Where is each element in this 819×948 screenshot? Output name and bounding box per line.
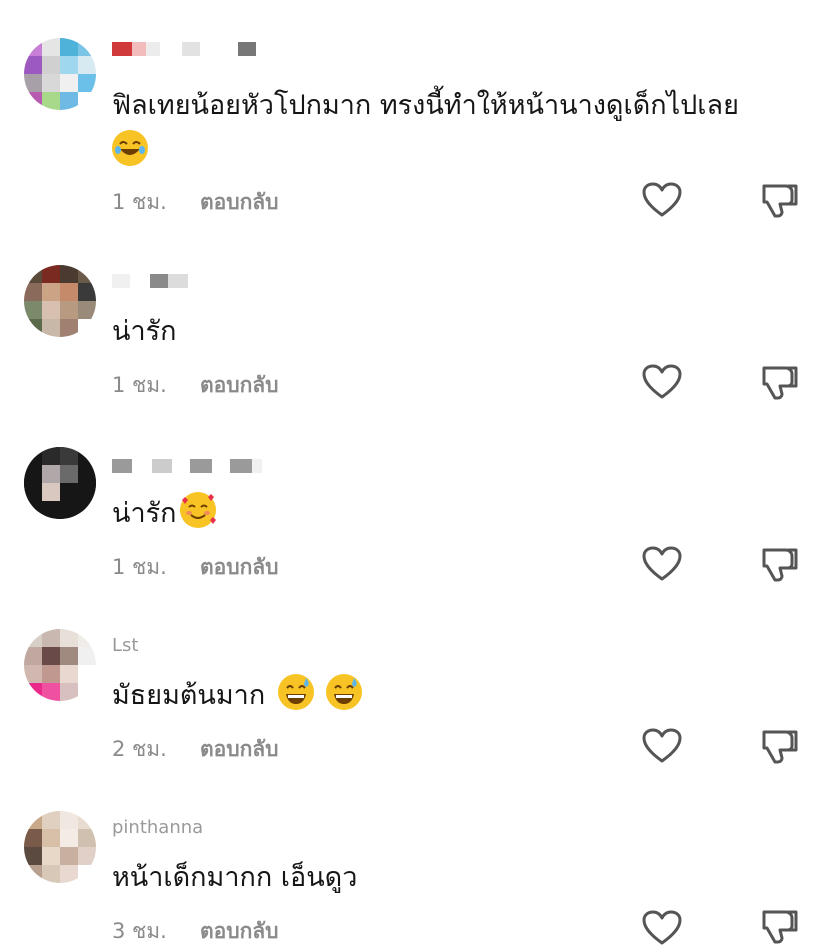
reply-button[interactable]: ตอบกลับ [200, 551, 279, 584]
avatar[interactable] [24, 447, 96, 519]
username[interactable]: Lst [112, 634, 138, 656]
heart-outline-icon[interactable] [642, 910, 682, 946]
grinning-sweat-emoji [277, 674, 314, 710]
comment-text: ฟิลเทยน้อยหัวโปกมาก ทรงนี้ทำให้หน้านางดู… [112, 83, 779, 175]
comment-body: ฟิลเทยน้อยหัวโปกมาก ทรงนี้ทำให้หน้านางดู… [112, 90, 739, 121]
thumbs-down-outline-icon[interactable] [760, 726, 800, 766]
username[interactable] [112, 38, 256, 60]
username[interactable]: pinthanna [112, 816, 203, 838]
heart-outline-icon[interactable] [642, 728, 682, 764]
username-text: Lst [112, 634, 139, 656]
comment-text: น่ารัก [112, 491, 779, 537]
comment-time: 2 ชม. [112, 737, 167, 761]
comment-body: น่ารัก [112, 498, 177, 529]
thumbs-down-outline-icon[interactable] [760, 544, 800, 584]
comment-time: 1 ชม. [112, 555, 167, 579]
smiling-face-with-hearts-emoji [180, 492, 217, 528]
comment-meta: 1 ชม. ตอบกลับ [112, 369, 279, 402]
reply-button[interactable]: ตอบกลับ [200, 369, 279, 402]
comment-meta: 1 ชม. ตอบกลับ [112, 186, 279, 219]
avatar[interactable] [24, 811, 96, 883]
comment-time: 1 ชม. [112, 190, 167, 214]
comment-body: น่ารัก [112, 316, 177, 347]
reply-button[interactable]: ตอบกลับ [200, 186, 279, 219]
avatar[interactable] [24, 629, 96, 701]
comment-text: มัธยมต้นมาก [112, 673, 779, 719]
username[interactable] [112, 270, 188, 292]
comment-meta: 1 ชม. ตอบกลับ [112, 551, 279, 584]
comment-text: หน้าเด็กมากก เอ็นดูว [112, 855, 779, 901]
heart-outline-icon[interactable] [642, 182, 682, 218]
heart-outline-icon[interactable] [642, 364, 682, 400]
comment-body: มัธยมต้นมาก [112, 680, 266, 711]
comment-text: น่ารัก [112, 309, 779, 355]
avatar[interactable] [24, 265, 96, 337]
comment-meta: 2 ชม. ตอบกลับ [112, 733, 279, 766]
username[interactable] [112, 455, 262, 477]
reply-button[interactable]: ตอบกลับ [200, 915, 279, 948]
comment-time: 3 ชม. [112, 919, 167, 943]
thumbs-down-outline-icon[interactable] [760, 362, 800, 402]
comment-time: 1 ชม. [112, 373, 167, 397]
comment-meta: 3 ชม. ตอบกลับ [112, 915, 279, 948]
heart-outline-icon[interactable] [642, 546, 682, 582]
joy-emoji [112, 130, 148, 166]
avatar[interactable] [24, 38, 96, 110]
grinning-sweat-emoji [326, 674, 363, 710]
username-text: pinthanna [112, 816, 204, 838]
thumbs-down-outline-icon[interactable] [760, 180, 800, 220]
reply-button[interactable]: ตอบกลับ [200, 733, 279, 766]
thumbs-down-outline-icon[interactable] [760, 906, 800, 946]
comment-body: หน้าเด็กมากก เอ็นดูว [112, 862, 358, 893]
